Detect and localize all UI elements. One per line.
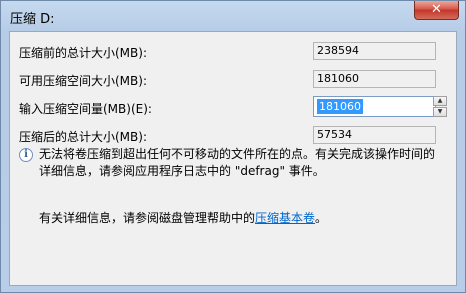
info-line-1: 无法将卷压缩到超出任何不可移动的文件所在的点。有关完成该操作时间的 (39, 147, 436, 161)
help-link-shrink-basic-volume[interactable]: 压缩基本卷 (255, 211, 315, 225)
help-suffix: 。 (315, 211, 328, 225)
dialog-body: 压缩前的总计大小(MB): 238594 可用压缩空间大小(MB): 18106… (9, 31, 457, 286)
shrink-amount-input[interactable]: 181060 (313, 96, 436, 117)
shrink-amount-label: 输入压缩空间量(MB)(E): (19, 102, 152, 116)
available-space-label: 可用压缩空间大小(MB): (19, 74, 147, 88)
total-after-label: 压缩后的总计大小(MB): (19, 130, 147, 144)
window-title: 压缩 D: (10, 12, 55, 27)
shrink-amount-value: 181060 (317, 99, 363, 114)
shrink-amount-spinner[interactable]: ▲ ▼ (433, 96, 447, 117)
title-bar[interactable]: 压缩 D: ✕ (1, 1, 465, 31)
total-before-field: 238594 (313, 42, 436, 60)
spin-up-button[interactable]: ▲ (433, 96, 447, 106)
close-icon: ✕ (431, 2, 442, 17)
help-text: 有关详细信息，请参阅磁盘管理帮助中的压缩基本卷。 (39, 209, 327, 226)
info-line-2: 详细信息，请参阅应用程序日志中的 "defrag" 事件。 (39, 164, 325, 178)
spin-down-button[interactable]: ▼ (433, 107, 447, 117)
help-prefix: 有关详细信息，请参阅磁盘管理帮助中的 (39, 211, 256, 225)
total-before-label: 压缩前的总计大小(MB): (19, 46, 147, 60)
shrink-dialog: 压缩 D: ✕ 压缩前的总计大小(MB): 238594 可用压缩空间大小(MB… (0, 0, 466, 293)
info-message: 无法将卷压缩到超出任何不可移动的文件所在的点。有关完成该操作时间的 详细信息，请… (39, 146, 449, 180)
total-after-field: 57534 (313, 126, 436, 144)
close-button[interactable]: ✕ (414, 1, 459, 20)
available-space-field: 181060 (313, 70, 436, 88)
info-icon: i (19, 148, 33, 162)
